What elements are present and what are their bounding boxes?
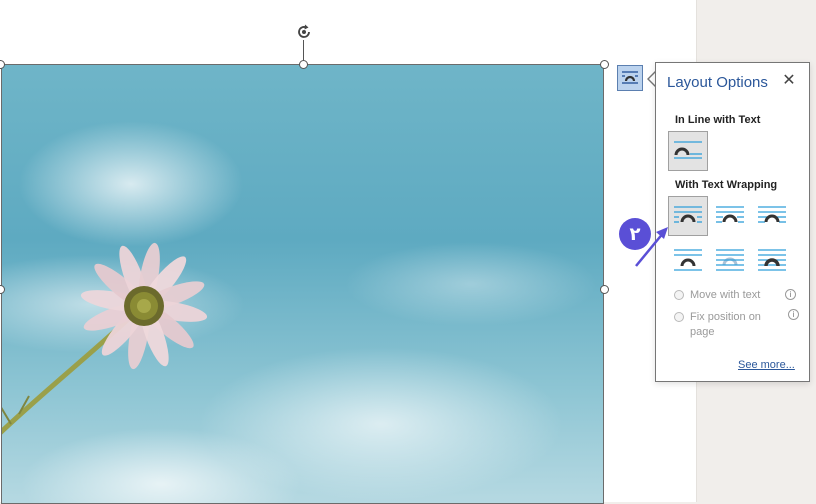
wrapping-section-label: With Text Wrapping bbox=[675, 179, 778, 191]
wrap-square-icon[interactable] bbox=[668, 196, 708, 236]
close-icon[interactable]: ✕ bbox=[781, 73, 797, 89]
fix-position-radio[interactable] bbox=[674, 312, 684, 322]
panel-title: Layout Options bbox=[667, 74, 768, 91]
layout-options-panel: Layout Options ✕ In Line with Text With … bbox=[655, 62, 810, 382]
layout-options-icon[interactable] bbox=[617, 65, 643, 91]
rotate-handle-icon[interactable] bbox=[294, 22, 314, 42]
resize-handle-top-middle[interactable] bbox=[299, 60, 308, 69]
daisy-photo[interactable] bbox=[1, 64, 604, 504]
fix-position-label: Fix position on page bbox=[690, 311, 761, 338]
info-icon[interactable]: i bbox=[788, 309, 799, 320]
info-icon[interactable]: i bbox=[785, 289, 796, 300]
in-front-of-text-icon[interactable] bbox=[752, 239, 792, 279]
wrap-top-bottom-icon[interactable] bbox=[668, 239, 708, 279]
wrap-through-icon[interactable] bbox=[752, 196, 792, 236]
see-more-link[interactable]: See more... bbox=[738, 359, 795, 371]
move-with-text-radio[interactable] bbox=[674, 290, 684, 300]
wrap-tight-icon[interactable] bbox=[710, 196, 750, 236]
resize-handle-middle-right[interactable] bbox=[600, 285, 609, 294]
inline-section-label: In Line with Text bbox=[675, 114, 761, 126]
move-with-text-label: Move with text bbox=[690, 289, 761, 301]
step-badge: ۲ bbox=[619, 218, 651, 250]
inline-with-text-icon[interactable] bbox=[668, 131, 708, 171]
behind-text-icon[interactable] bbox=[710, 239, 750, 279]
resize-handle-top-right[interactable] bbox=[600, 60, 609, 69]
